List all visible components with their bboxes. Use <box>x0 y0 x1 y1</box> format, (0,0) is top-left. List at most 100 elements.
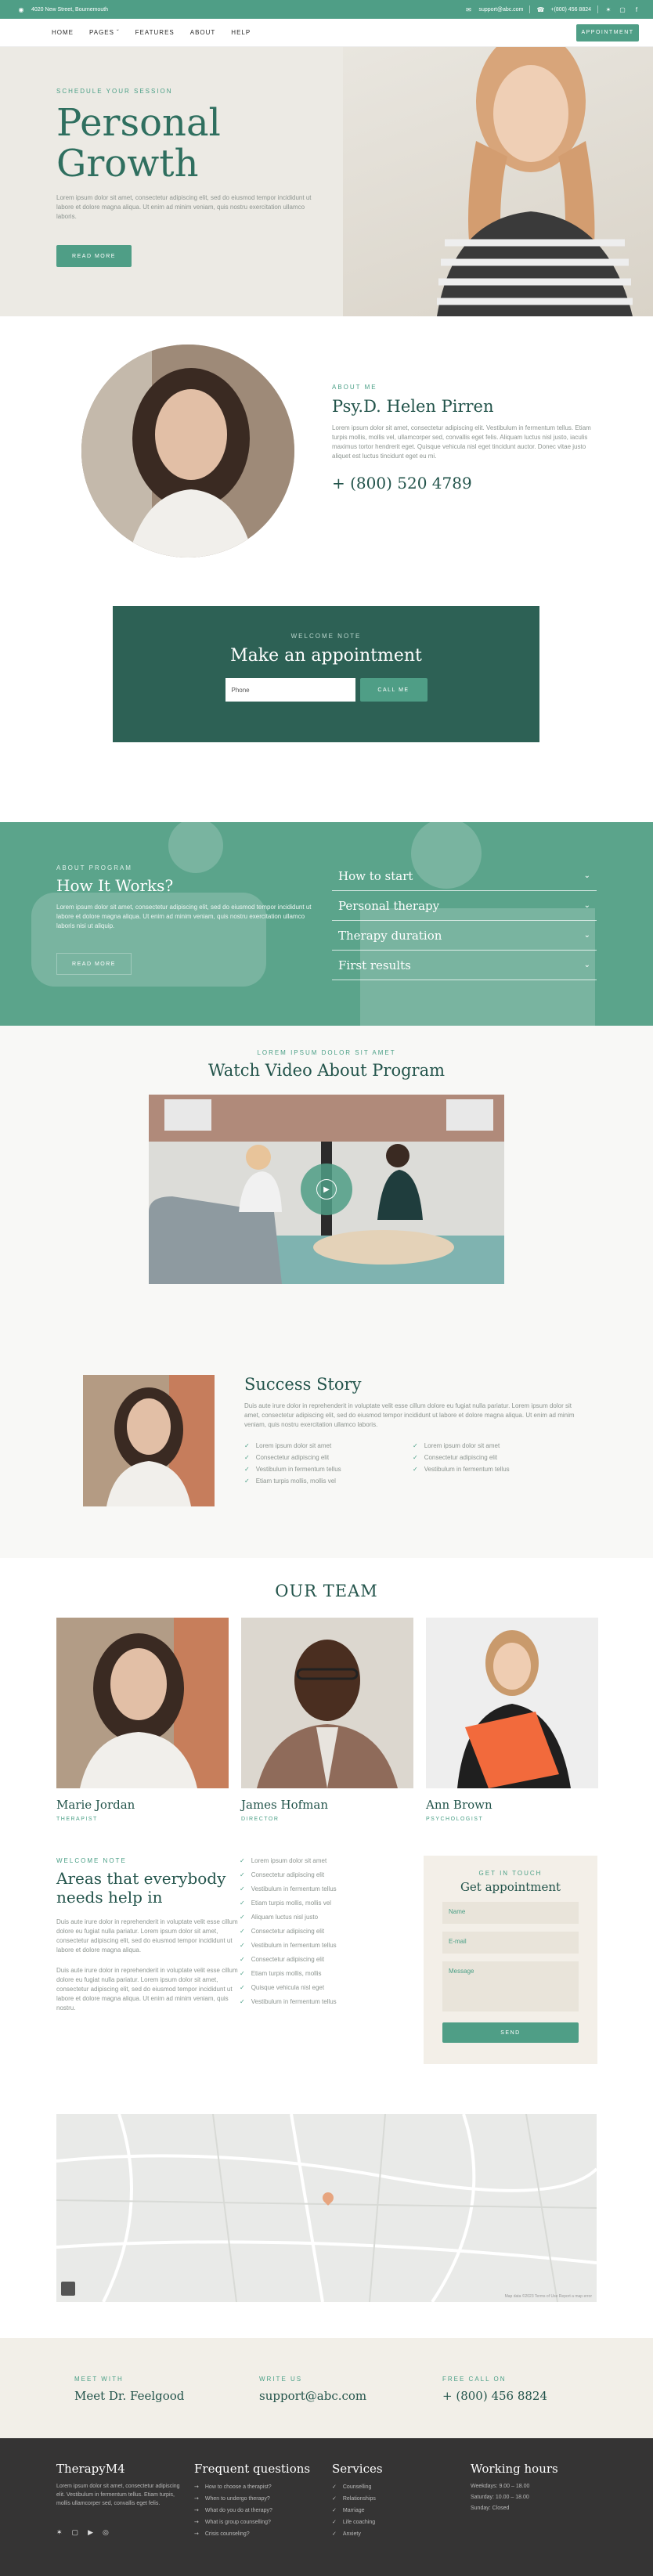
call-me-button[interactable]: CALL ME <box>359 678 428 702</box>
success-description: Duis aute irure dolor in reprehenderit i… <box>244 1402 575 1428</box>
about-phone[interactable]: + (800) 520 4789 <box>332 474 598 492</box>
accordion-item[interactable]: Therapy duration ⌄ <box>332 921 597 951</box>
faq-list: How to choose a therapist? When to under… <box>194 2484 310 2537</box>
faq-link[interactable]: When to undergo therapy? <box>194 2495 310 2502</box>
team-member-card[interactable]: Ann Brown PSYCHOLOGIST <box>426 1618 598 1822</box>
twitter-icon[interactable]: ✶ <box>56 2528 63 2537</box>
faq-link[interactable]: How to choose a therapist? <box>194 2484 310 2490</box>
help-text-1: Duis aute irure dolor in reprehenderit i… <box>56 1918 238 1954</box>
how-read-more-button[interactable]: READ MORE <box>56 953 132 975</box>
nav-menu: HOME PAGES ˇ FEATURES ABOUT HELP <box>52 29 251 36</box>
youtube-icon[interactable]: ▶ <box>88 2528 93 2537</box>
service-link[interactable]: Life coaching <box>332 2519 383 2525</box>
team-section: OUR TEAM Marie Jordan THERAPIST James Ho… <box>0 1558 653 1856</box>
nav-home[interactable]: HOME <box>52 29 74 36</box>
form-title: Get appointment <box>460 1880 561 1894</box>
hours-item: Sunday: Closed <box>471 2506 510 2511</box>
service-link[interactable]: Anxiety <box>332 2531 383 2537</box>
list-item: Lorem ipsum dolor sit amet <box>244 1442 413 1449</box>
hero-read-more-button[interactable]: READ MORE <box>56 245 132 267</box>
list-item: Consectetur adipiscing elit <box>413 1454 581 1461</box>
phone-input[interactable]: Phone <box>225 678 355 702</box>
team-member-card[interactable]: James Hofman DIRECTOR <box>241 1618 413 1822</box>
map-roads <box>56 2114 597 2302</box>
member-illustration <box>241 1618 413 1788</box>
video-player[interactable]: ▶ <box>149 1095 504 1284</box>
phone-icon: ☎ <box>536 5 545 13</box>
success-portrait-illustration <box>83 1375 215 1506</box>
service-link[interactable]: Marriage <box>332 2507 383 2513</box>
hours-item: Saturday: 10.00 – 18.00 <box>471 2495 529 2500</box>
help-title: Areas that everybody needs help in <box>56 1869 226 1907</box>
video-section: LOREM IPSUM DOLOR SIT AMET Watch Video A… <box>0 1026 653 1370</box>
nav-about[interactable]: ABOUT <box>190 29 216 36</box>
service-link[interactable]: Counselling <box>332 2484 383 2490</box>
member-illustration <box>56 1618 229 1788</box>
about-section: ABOUT ME Psy.D. Helen Pirren Lorem ipsum… <box>0 316 653 606</box>
hero-woman-illustration <box>437 47 633 316</box>
map-embed[interactable]: Map data ©2023 Terms of Use Report a map… <box>56 2114 597 2302</box>
email-link[interactable]: support@abc.com <box>479 7 524 13</box>
accordion-item[interactable]: How to start ⌄ <box>332 861 597 891</box>
services-list: Counselling Relationships Marriage Life … <box>332 2484 383 2537</box>
main-nav: HOME PAGES ˇ FEATURES ABOUT HELP APPOINTM… <box>0 19 653 47</box>
footer: TherapyM4 Lorem ipsum dolor sit amet, co… <box>0 2438 653 2576</box>
appointment-button[interactable]: APPOINTMENT <box>576 23 639 41</box>
member-illustration <box>426 1618 598 1788</box>
how-it-works-section: ABOUT PROGRAM How It Works? Lorem ipsum … <box>0 822 653 1026</box>
member-photo <box>426 1618 598 1788</box>
send-button[interactable]: SEND <box>442 2022 579 2043</box>
chevron-down-icon: ⌄ <box>583 931 590 940</box>
dribbble-icon[interactable]: ◎ <box>103 2528 109 2537</box>
instagram-icon[interactable]: ▢ <box>619 5 626 13</box>
success-checklist: Lorem ipsum dolor sit amet Lorem ipsum d… <box>244 1442 581 1485</box>
message-field[interactable]: Message <box>442 1961 579 2011</box>
twitter-icon[interactable]: ✶ <box>604 5 612 13</box>
address: 4020 New Street, Bournemouth <box>31 6 109 13</box>
chevron-down-icon: ⌄ <box>583 961 590 969</box>
contact-label: WRITE US <box>259 2376 303 2383</box>
member-role: DIRECTOR <box>241 1817 280 1822</box>
contact-value: Meet Dr. Feelgood <box>74 2389 185 2403</box>
nav-help[interactable]: HELP <box>231 29 251 36</box>
list-item: Vestibulum in fermentum tellus <box>244 1466 413 1473</box>
service-link[interactable]: Relationships <box>332 2495 383 2502</box>
accordion-label: Therapy duration <box>338 928 442 943</box>
nav-pages[interactable]: PAGES ˇ <box>89 29 120 36</box>
member-role: PSYCHOLOGIST <box>426 1817 484 1822</box>
success-content: Success Story Duis aute irure dolor in r… <box>244 1375 581 1485</box>
member-name: Marie Jordan <box>56 1798 135 1812</box>
facebook-icon[interactable]: f <box>633 5 640 13</box>
email-field[interactable]: E-mail <box>442 1932 579 1954</box>
map-credits[interactable]: Map data ©2023 Terms of Use Report a map… <box>505 2294 592 2299</box>
about-description: Lorem ipsum dolor sit amet, consectetur … <box>332 424 591 460</box>
help-intro: WELCOME NOTE Areas that everybody needs … <box>56 1857 238 2013</box>
member-photo <box>241 1618 413 1788</box>
list-item: Etiam turpis mollis, mollis vel <box>240 1900 396 1907</box>
instagram-icon[interactable]: ▢ <box>72 2528 79 2537</box>
faq-link[interactable]: Crisis counseling? <box>194 2531 310 2537</box>
accordion-item[interactable]: First results ⌄ <box>332 951 597 980</box>
hero-section: SCHEDULE YOUR SESSION Personal Growth Lor… <box>0 47 653 316</box>
chevron-down-icon: ⌄ <box>583 871 590 880</box>
contact-phone[interactable]: + (800) 456 8824 <box>442 2389 547 2403</box>
phone-link[interactable]: +(800) 456 8824 <box>550 7 591 13</box>
contact-item: WRITE US support@abc.com <box>259 2376 366 2403</box>
accordion-item[interactable]: Personal therapy ⌄ <box>332 891 597 921</box>
street-view-icon[interactable] <box>61 2282 75 2296</box>
faq-link[interactable]: What do you do at therapy? <box>194 2507 310 2513</box>
footer-faq: Frequent questions How to choose a thera… <box>194 2462 310 2537</box>
team-member-card[interactable]: Marie Jordan THERAPIST <box>56 1618 229 1822</box>
faq-link[interactable]: What is group counselling? <box>194 2519 310 2525</box>
footer-services: Services Counselling Relationships Marri… <box>332 2462 383 2537</box>
nav-features[interactable]: FEATURES <box>135 29 175 36</box>
how-description: Lorem ipsum dolor sit amet, consectetur … <box>56 904 312 929</box>
contact-email[interactable]: support@abc.com <box>259 2389 366 2403</box>
divider <box>529 5 531 13</box>
form-eyebrow: GET IN TOUCH <box>478 1870 543 1877</box>
play-button[interactable]: ▶ <box>301 1164 352 1215</box>
hero-description: Lorem ipsum dolor sit amet, consectetur … <box>56 194 312 220</box>
video-eyebrow: LOREM IPSUM DOLOR SIT AMET <box>257 1049 396 1056</box>
how-eyebrow: ABOUT PROGRAM <box>56 864 132 871</box>
name-field[interactable]: Name <box>442 1902 579 1924</box>
